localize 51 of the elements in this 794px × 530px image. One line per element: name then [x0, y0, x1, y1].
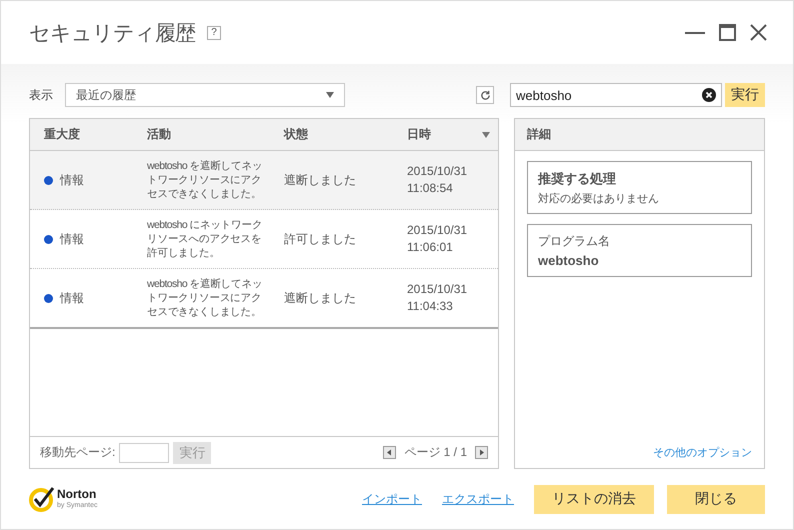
- details-header: 詳細: [515, 119, 764, 151]
- logo-name: Norton: [57, 488, 98, 500]
- help-button[interactable]: ?: [207, 26, 221, 40]
- checkmark-logo-icon: [29, 486, 55, 512]
- page-input[interactable]: [119, 442, 170, 462]
- page-input-label: 移動先ページ:: [40, 444, 116, 461]
- date-text: 2015/10/31: [407, 163, 468, 180]
- footer-link[interactable]: エクスポート: [442, 490, 514, 508]
- recommendation-heading: 推奨する処理: [538, 170, 617, 188]
- activity-text: webtosho にネットワークリソースへのアクセスを許可しました。: [147, 218, 264, 260]
- status-text: 許可しました: [284, 232, 356, 246]
- refresh-icon[interactable]: [480, 90, 490, 100]
- program-label: プログラム名: [538, 233, 611, 250]
- page-indicator: ページ 1 / 1: [404, 444, 467, 461]
- window-title: セキュリティ履歴: [29, 20, 195, 46]
- history-dropdown[interactable]: 最近の履歴: [65, 83, 345, 107]
- refresh-button[interactable]: [476, 86, 494, 104]
- clear-icon[interactable]: [702, 88, 716, 102]
- next-page-icon[interactable]: [475, 446, 488, 459]
- program-name: webtosho: [538, 253, 600, 268]
- date-text: 2015/10/31: [407, 281, 468, 298]
- history-row[interactable]: 情報 webtosho を遮断してネットワークリソースにアクセスできなくしました。 遮断しました 2015/10/31 11:08:54: [30, 151, 498, 210]
- close-icon[interactable]: [750, 24, 767, 41]
- column-header[interactable]: 重大度: [30, 119, 133, 150]
- status-text: 遮断しました: [284, 290, 356, 306]
- severity-text: 情報: [60, 172, 84, 188]
- more-options-link[interactable]: その他のオプション: [653, 445, 752, 460]
- time-text: 11:06:01: [407, 239, 453, 256]
- search-field[interactable]: webtosho: [510, 83, 722, 107]
- search-button[interactable]: 実行: [725, 83, 765, 107]
- maximize-icon[interactable]: [719, 24, 736, 41]
- column-header[interactable]: 状態: [270, 119, 393, 150]
- minimize-icon[interactable]: [685, 32, 705, 34]
- sort-caret-icon: [482, 132, 490, 138]
- column-header[interactable]: 日時: [393, 119, 498, 150]
- footer-button[interactable]: 閉じる: [667, 484, 765, 514]
- activity-text: webtosho を遮断してネットワークリソースにアクセスできなくしました。: [147, 277, 264, 319]
- time-text: 11:04:33: [407, 298, 453, 315]
- time-text: 11:08:54: [407, 180, 453, 197]
- severity-text: 情報: [60, 232, 84, 246]
- severity-text: 情報: [60, 290, 84, 306]
- footer-link[interactable]: インポート: [362, 490, 422, 508]
- previous-page-icon[interactable]: [383, 446, 396, 459]
- footer-button[interactable]: リストの消去: [534, 484, 654, 514]
- dropdown-caret-icon[interactable]: [326, 92, 334, 98]
- date-text: 2015/10/31: [407, 222, 468, 239]
- activity-text: webtosho を遮断してネットワークリソースにアクセスできなくしました。: [147, 159, 264, 201]
- filter-label: 表示: [29, 86, 54, 104]
- column-header[interactable]: 活動: [133, 119, 270, 150]
- recommendation-text: 対応の必要はありません: [538, 192, 660, 206]
- status-text: 遮断しました: [284, 172, 356, 188]
